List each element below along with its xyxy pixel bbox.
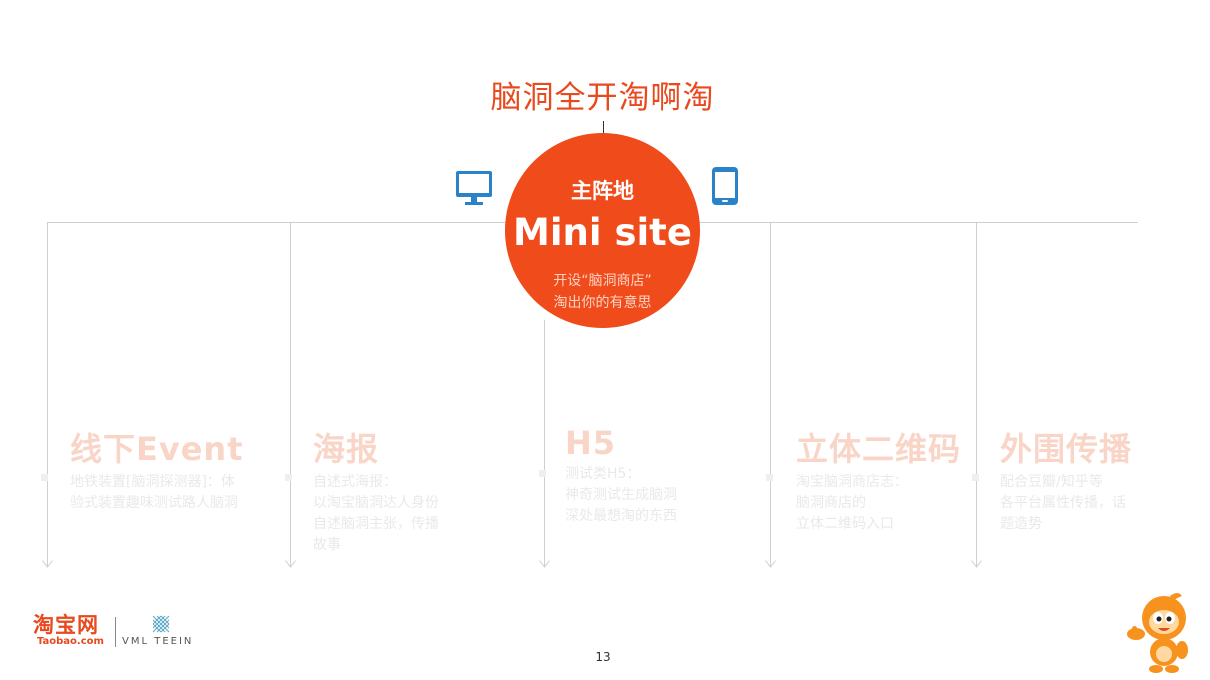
column-event: 线下Event 地铁装置[脑洞探测器]：体 验式装置趣味测试路人脑洞 — [70, 424, 280, 514]
arrow-down-icon — [971, 560, 982, 568]
branch-line-h5 — [539, 320, 550, 568]
column-title: 外围传播 — [1000, 430, 1133, 468]
arrow-down-icon — [539, 560, 550, 568]
hub-subtitle: 开设“脑洞商店” 淘出你的有意思 — [553, 273, 652, 311]
column-title: 海报 — [313, 430, 380, 468]
column-qrcode: 立体二维码 淘宝脑洞商店志： 脑洞商店的 立体二维码入口 — [796, 424, 976, 535]
column-poster: 海报 自述式海报： 以淘宝脑洞达人身份 自述脑洞主张，传播 故事 — [313, 424, 513, 556]
arrow-down-icon — [765, 560, 776, 568]
bullet-marker — [766, 474, 773, 481]
main-hub-circle: 主阵地 Mini site 开设“脑洞商店” 淘出你的有意思 — [505, 133, 700, 328]
column-title: 立体二维码 — [796, 430, 962, 468]
hub-title: Mini site — [513, 211, 692, 254]
desktop-monitor-icon — [456, 171, 492, 205]
taobao-mascot-icon — [1127, 593, 1188, 673]
column-title: H5 — [565, 424, 617, 462]
bullet-marker — [539, 470, 546, 477]
column-title: 线下Event — [70, 430, 244, 468]
arrow-down-icon — [285, 560, 296, 568]
bullet-marker — [285, 474, 292, 481]
branch-line-poster — [285, 222, 296, 568]
branch-line-event — [42, 222, 53, 568]
column-description: 自述式海报： 以淘宝脑洞达人身份 自述脑洞主张，传播 故事 — [313, 474, 439, 553]
column-outreach: 外围传播 配合豆瓣/知乎等 各平台属性传播，话 题造势 — [1000, 424, 1200, 535]
bullet-marker — [972, 474, 979, 481]
logo-divider — [115, 617, 116, 647]
page-number: 13 — [595, 650, 611, 664]
hub-label: 主阵地 — [571, 179, 634, 203]
slide-title: 脑洞全开淘啊淘 — [490, 80, 715, 116]
taobao-logo-en: Taobao.com — [37, 636, 104, 647]
vml-mark-icon — [152, 615, 170, 633]
taobao-logo-cn: 淘宝网 — [33, 613, 99, 637]
column-h5: H5 测试类H5： 神奇测试生成脑洞 深处最想淘的东西 — [565, 424, 755, 527]
column-description: 测试类H5： 神奇测试生成脑洞 深处最想淘的东西 — [565, 466, 677, 524]
arrow-down-icon — [42, 560, 53, 568]
branch-line-qrcode — [765, 222, 776, 568]
column-description: 淘宝脑洞商店志： 脑洞商店的 立体二维码入口 — [796, 474, 908, 532]
vml-teein-logo: VML TEEIN — [122, 614, 204, 648]
column-description: 地铁装置[脑洞探测器]：体 验式装置趣味测试路人脑洞 — [70, 474, 238, 511]
bullet-marker — [41, 474, 48, 481]
branch-line-outreach — [971, 222, 982, 568]
vml-teein-text: VML TEEIN — [122, 636, 194, 647]
smartphone-icon — [712, 167, 738, 205]
column-description: 配合豆瓣/知乎等 各平台属性传播，话 题造势 — [1000, 474, 1126, 532]
taobao-logo: 淘宝网 Taobao.com — [33, 614, 104, 648]
